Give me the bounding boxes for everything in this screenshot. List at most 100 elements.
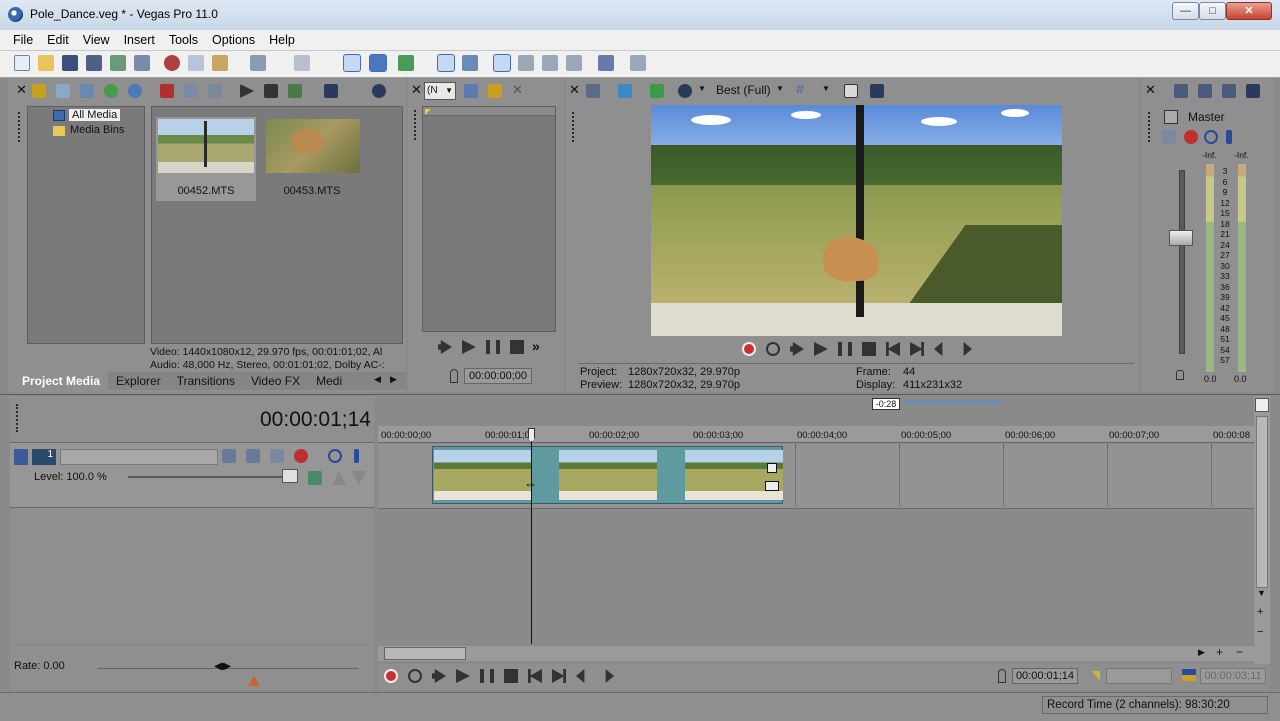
redo-icon[interactable] — [294, 55, 310, 71]
marker-flag-icon[interactable] — [1255, 398, 1269, 412]
new-file-icon[interactable] — [14, 55, 30, 71]
auto-ripple-icon[interactable] — [437, 54, 455, 72]
tab-transitions[interactable]: Transitions — [169, 372, 243, 390]
copy-snapshot-icon[interactable] — [844, 84, 858, 98]
play-from-start-icon[interactable] — [432, 669, 446, 683]
master-fx-chain-icon[interactable] — [1184, 130, 1198, 144]
tab-explorer[interactable]: Explorer — [108, 372, 169, 390]
capture-video-icon[interactable] — [56, 84, 70, 98]
more-icon[interactable]: » — [532, 338, 540, 354]
vertical-scrollbar[interactable]: ▼ + − — [1254, 396, 1270, 664]
grid-icon[interactable]: # — [796, 81, 804, 97]
stop-icon[interactable] — [862, 342, 876, 356]
undo-icon[interactable] — [250, 55, 266, 71]
event-fx-icon[interactable] — [765, 481, 779, 491]
pan-icon[interactable] — [1162, 130, 1176, 144]
loop-playback-icon[interactable] — [408, 669, 422, 683]
panel-close-icon[interactable]: ✕ — [1145, 82, 1156, 98]
panel-grip-icon[interactable] — [414, 110, 419, 140]
tree-item-media-bins[interactable]: Media Bins — [70, 124, 124, 136]
transport-timecode[interactable]: 00:00:01;14 — [1012, 668, 1078, 684]
minimize-button[interactable]: — — [1172, 2, 1199, 20]
media-search-icon[interactable] — [128, 84, 142, 98]
volume-fader-handle[interactable] — [1169, 230, 1193, 246]
magnify-icon[interactable] — [566, 55, 582, 71]
cut-icon[interactable] — [164, 55, 180, 71]
downmix-icon[interactable] — [1198, 84, 1212, 98]
snap-to-grid-icon[interactable] — [493, 54, 511, 72]
move-up-icon[interactable] — [332, 471, 346, 485]
external-monitor-icon[interactable] — [618, 84, 632, 98]
play-media-icon[interactable] — [240, 84, 254, 98]
panel-close-icon[interactable]: ✕ — [569, 82, 580, 98]
import-media-icon[interactable] — [32, 84, 46, 98]
compositing-mode-icon[interactable] — [222, 449, 236, 463]
event-pan-crop-icon[interactable] — [767, 463, 777, 473]
media-fx-icon[interactable] — [208, 84, 222, 98]
remove-media-icon[interactable] — [160, 84, 174, 98]
lock-icon[interactable] — [1176, 370, 1184, 380]
speaker-icon[interactable] — [1222, 84, 1236, 98]
loop-playback-icon[interactable] — [766, 342, 780, 356]
trimmer-lightning-icon[interactable] — [488, 84, 502, 98]
horizontal-scrollbar[interactable]: ▶ + − — [378, 645, 1254, 661]
open-folder-icon[interactable] — [38, 55, 54, 71]
auto-preview-icon[interactable] — [288, 84, 302, 98]
trimmer-audio-icon[interactable] — [464, 84, 478, 98]
whats-this-help-icon[interactable] — [630, 55, 646, 71]
tab-scroll-right-icon[interactable]: ▶ — [390, 374, 397, 385]
properties-icon[interactable] — [134, 55, 150, 71]
track-name-field[interactable] — [60, 449, 218, 465]
go-to-start-icon[interactable] — [528, 669, 542, 683]
play-icon[interactable] — [462, 340, 476, 354]
solo-icon[interactable] — [1226, 130, 1232, 144]
scroll-thumb[interactable] — [384, 647, 466, 660]
overlays-icon[interactable] — [678, 84, 692, 98]
scroll-down-icon[interactable]: ▼ — [1257, 588, 1266, 598]
track-fx-icon[interactable] — [294, 449, 308, 463]
mixer-properties-icon[interactable] — [1174, 84, 1188, 98]
panel-grip-icon[interactable] — [1148, 112, 1153, 142]
selection-end-timecode[interactable]: 00:00:03;11 — [1200, 668, 1266, 684]
pause-icon[interactable] — [838, 342, 852, 356]
stop-icon[interactable] — [510, 340, 524, 354]
zoom-tool-icon[interactable] — [542, 55, 558, 71]
panel-grip-icon[interactable] — [18, 112, 23, 142]
save-icon[interactable] — [62, 55, 78, 71]
go-to-end-icon[interactable] — [552, 669, 566, 683]
tree-item-all-media[interactable]: All Media — [69, 109, 121, 121]
save-snapshot-icon[interactable] — [870, 84, 884, 98]
menu-help[interactable]: Help — [262, 30, 302, 50]
cursor-timecode[interactable]: 00:00:01;14 — [260, 408, 371, 432]
mute-icon[interactable] — [1204, 130, 1218, 144]
play-icon[interactable] — [814, 342, 828, 356]
track-motion-icon[interactable] — [270, 449, 284, 463]
panel-grip-icon[interactable] — [572, 112, 577, 142]
play-from-start-icon[interactable] — [790, 342, 804, 356]
playback-cursor[interactable] — [531, 430, 532, 644]
zoom-in-icon[interactable]: + — [1216, 645, 1223, 659]
chevron-down-icon[interactable]: ▼ — [776, 84, 784, 93]
play-icon[interactable] — [456, 669, 470, 683]
envelope-tool-icon[interactable] — [369, 54, 387, 72]
paste-icon[interactable] — [212, 55, 228, 71]
master-fx-icon[interactable] — [1164, 110, 1178, 124]
panel-close-icon[interactable]: ✕ — [16, 82, 27, 98]
stop-icon[interactable] — [504, 669, 518, 683]
split-screen-icon[interactable] — [650, 84, 664, 98]
maximize-button[interactable]: □ — [1199, 2, 1226, 20]
zoom-out-vertical-icon[interactable]: − — [1257, 626, 1263, 638]
loop-region-bar[interactable] — [904, 401, 1002, 403]
selection-tool-icon[interactable] — [518, 55, 534, 71]
close-button[interactable]: ✕ — [1226, 2, 1272, 20]
tab-video-fx[interactable]: Video FX — [243, 372, 308, 390]
mute-icon[interactable] — [328, 449, 342, 463]
copy-icon[interactable] — [188, 55, 204, 71]
save-as-icon[interactable] — [86, 55, 102, 71]
media-thumbnail-00452[interactable]: 00452.MTS — [156, 117, 256, 201]
snapping-icon[interactable] — [398, 55, 414, 71]
tab-media-generators[interactable]: Medi — [308, 372, 350, 390]
preview-quality-dropdown[interactable]: Best (Full) — [716, 83, 771, 97]
panel-close-icon[interactable]: ✕ — [411, 82, 422, 98]
next-frame-icon[interactable] — [605, 669, 614, 683]
